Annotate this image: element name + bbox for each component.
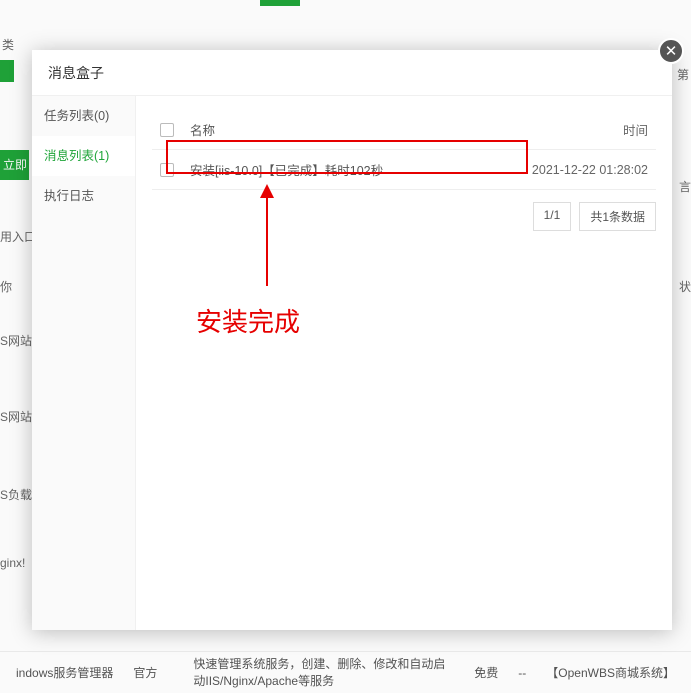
annotation-arrow [266, 186, 268, 286]
modal-overlay: ✕ 消息盒子 任务列表(0) 消息列表(1) 执行日志 名称 时间 [0, 0, 691, 693]
tab-tasks[interactable]: 任务列表(0) [32, 96, 135, 136]
annotation-text: 安装完成 [196, 302, 300, 339]
pager-page[interactable]: 1/1 [533, 202, 572, 231]
checkbox-row[interactable] [160, 163, 174, 177]
tab-logs[interactable]: 执行日志 [32, 176, 135, 216]
modal-title: 消息盒子 [32, 50, 672, 96]
col-name: 名称 [182, 110, 506, 150]
table-row: 安装[iis-10.0]【已完成】耗时102秒 2021-12-22 01:28… [152, 150, 656, 190]
row-time: 2021-12-22 01:28:02 [506, 150, 656, 190]
checkbox-all[interactable] [160, 123, 174, 137]
message-box-modal: ✕ 消息盒子 任务列表(0) 消息列表(1) 执行日志 名称 时间 [32, 50, 672, 630]
message-table: 名称 时间 安装[iis-10.0]【已完成】耗时102秒 2021-12-22… [152, 110, 656, 190]
col-time: 时间 [506, 110, 656, 150]
tab-messages[interactable]: 消息列表(1) [32, 136, 135, 176]
modal-content: 名称 时间 安装[iis-10.0]【已完成】耗时102秒 2021-12-22… [136, 96, 672, 630]
pager: 1/1 共1条数据 [533, 202, 656, 231]
close-icon[interactable]: ✕ [658, 38, 684, 64]
pager-summary: 共1条数据 [579, 202, 656, 231]
row-name: 安装[iis-10.0]【已完成】耗时102秒 [182, 150, 506, 190]
modal-sidebar: 任务列表(0) 消息列表(1) 执行日志 [32, 96, 136, 630]
